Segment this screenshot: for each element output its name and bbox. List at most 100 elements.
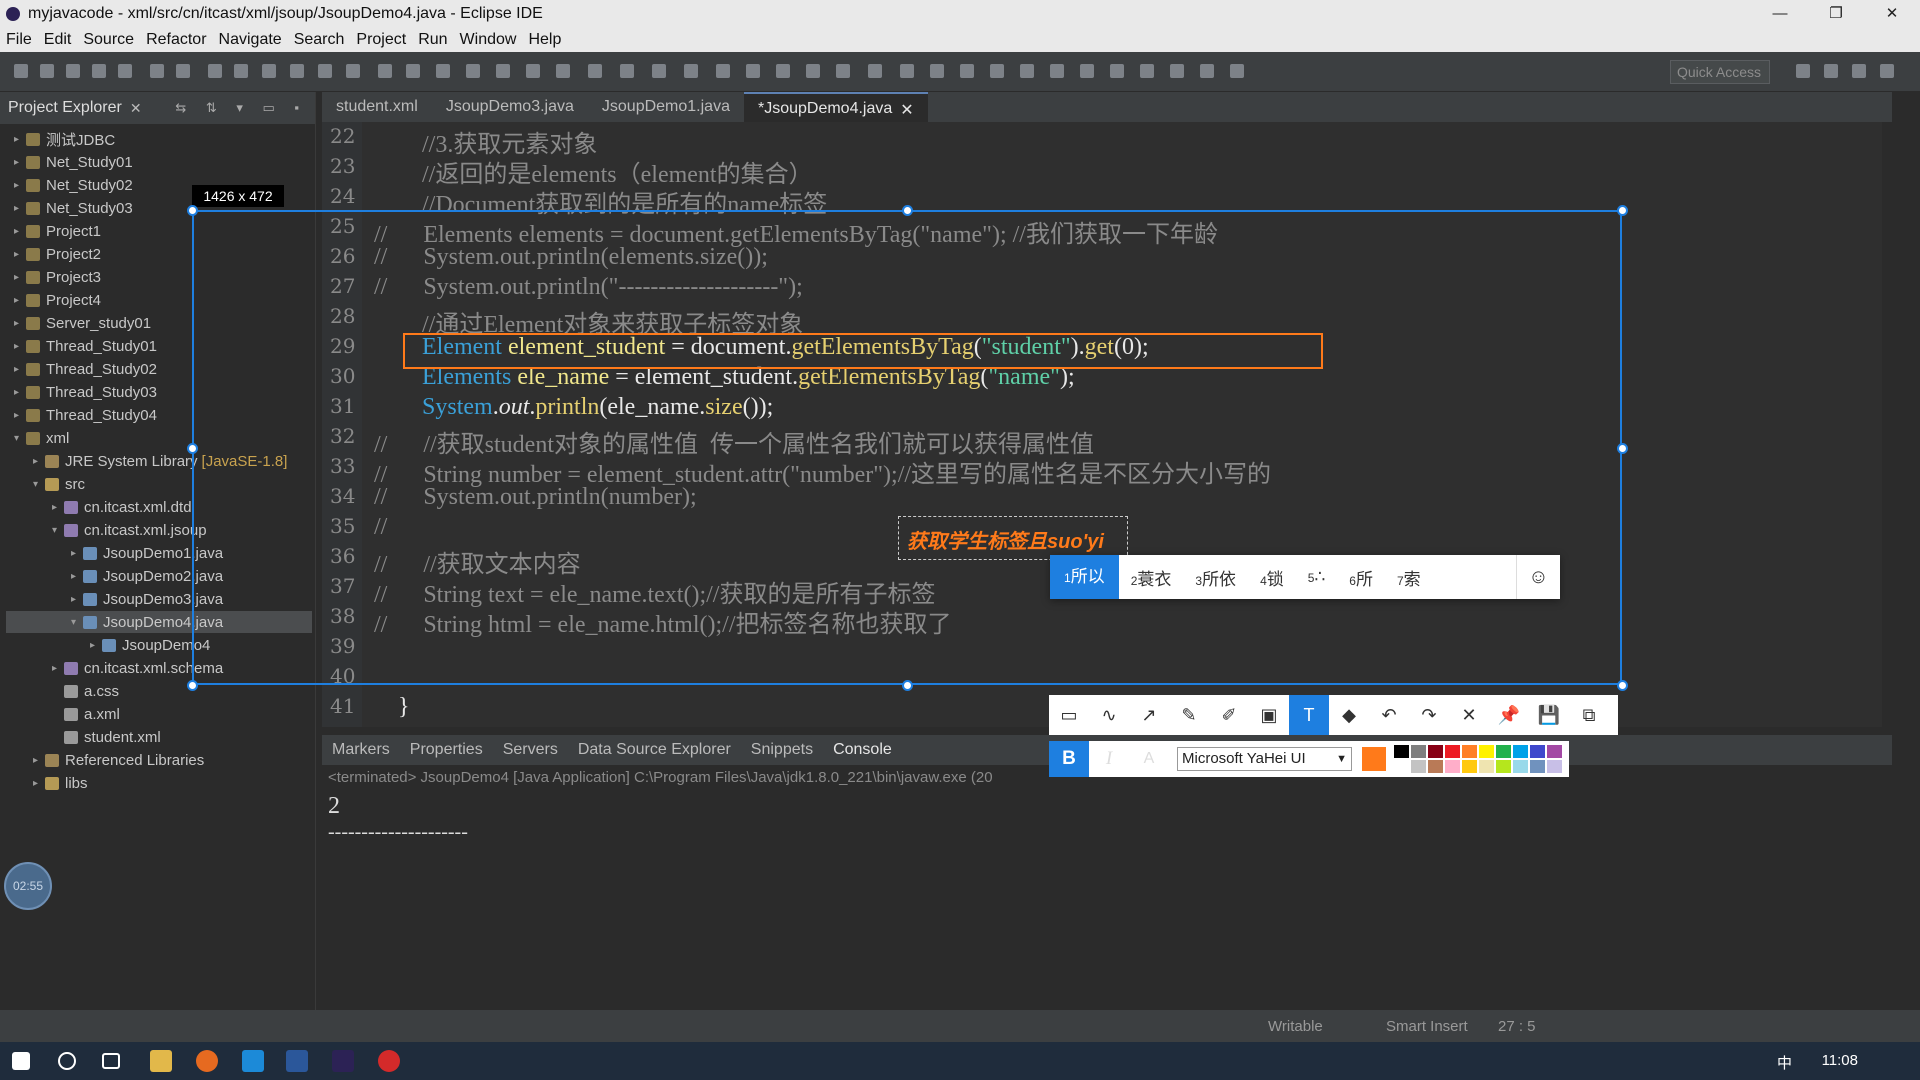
chevron-right-icon[interactable]: ▸ (14, 410, 26, 421)
tree-item[interactable]: ▸ JRE System Library [JavaSE-1.8] (33, 450, 287, 472)
toolbar-button-icon[interactable] (290, 64, 304, 78)
font-color-icon[interactable]: A (1129, 741, 1169, 777)
toolbar-button-icon[interactable] (118, 64, 132, 78)
tree-item[interactable]: a.xml (52, 703, 120, 725)
code-editor[interactable]: 22 23 24 25 26 27 28 29 30 31 32 33 34 35 36 37 38 39 40 41… (322, 122, 1882, 727)
tree-item[interactable]: ▸ Thread_Study03 (14, 381, 157, 403)
menu-run[interactable]: Run (418, 31, 447, 49)
toolbar-button-icon[interactable] (868, 64, 882, 78)
color-swatch[interactable] (1445, 745, 1460, 758)
tree-item[interactable]: ▸ JsoupDemo4 (90, 634, 210, 656)
resize-handle[interactable] (1617, 205, 1628, 216)
firefox-icon[interactable] (196, 1050, 218, 1072)
tab-servers[interactable]: Servers (493, 741, 568, 759)
ime-candidate[interactable]: 1所以 (1050, 555, 1119, 599)
close-view-icon[interactable]: ✕ (130, 100, 142, 117)
tree-item[interactable]: a.css (52, 680, 119, 702)
resize-handle[interactable] (902, 205, 913, 216)
toolbar-button-icon[interactable] (208, 64, 222, 78)
color-swatch[interactable] (1462, 760, 1477, 773)
tree-item[interactable]: ▸ Project4 (14, 289, 101, 311)
tree-item[interactable]: ▸ Referenced Libraries (33, 749, 204, 771)
chevron-right-icon[interactable]: ▸ (71, 594, 83, 605)
toolbar-button-icon[interactable] (806, 64, 820, 78)
toolbar-button-icon[interactable] (1170, 64, 1184, 78)
recording-timer[interactable]: 02:55 (4, 862, 52, 910)
file-explorer-icon[interactable] (150, 1050, 172, 1072)
resize-handle[interactable] (187, 205, 198, 216)
tree-item[interactable]: ▸ cn.itcast.xml.schema (52, 657, 223, 679)
ime-candidate[interactable]: 6所 (1337, 565, 1385, 590)
toolbar-button-icon[interactable] (466, 64, 480, 78)
chevron-right-icon[interactable]: ▸ (14, 364, 26, 375)
pen-tool-icon[interactable]: ✎ (1169, 695, 1209, 735)
resize-handle[interactable] (187, 680, 198, 691)
toolbar-button-icon[interactable] (776, 64, 790, 78)
toolbar-button-icon[interactable] (1796, 64, 1810, 78)
menu-source[interactable]: Source (83, 31, 134, 49)
tree-item[interactable]: ▸ cn.itcast.xml.dtd (52, 496, 192, 518)
toolbar-button-icon[interactable] (556, 64, 570, 78)
redo-tool-icon[interactable]: ↷ (1409, 695, 1449, 735)
menu-file[interactable]: File (6, 31, 32, 49)
toolbar-button-icon[interactable] (746, 64, 760, 78)
tree-item[interactable]: ▸ 测试JDBC (14, 128, 115, 150)
search-icon[interactable] (58, 1052, 76, 1070)
close-button[interactable]: ✕ (1864, 0, 1920, 28)
tree-item[interactable]: ▸ Thread_Study01 (14, 335, 157, 357)
tree-item[interactable]: ▸ Net_Study01 (14, 151, 133, 173)
chevron-down-icon[interactable]: ▾ (33, 479, 45, 490)
chevron-right-icon[interactable]: ▸ (52, 663, 64, 674)
tree-item[interactable]: ▸ Net_Study03 (14, 197, 133, 219)
toolbar-button-icon[interactable] (1140, 64, 1154, 78)
ime-candidate[interactable]: 5∴ (1296, 567, 1338, 587)
mosaic-tool-icon[interactable]: ▣ (1249, 695, 1289, 735)
menu-help[interactable]: Help (528, 31, 561, 49)
toolbar-button-icon[interactable] (346, 64, 360, 78)
ime-candidate[interactable]: 7索 (1385, 565, 1433, 590)
toolbar-button-icon[interactable] (262, 64, 276, 78)
toolbar-button-icon[interactable] (406, 64, 420, 78)
toolbar-button-icon[interactable] (1050, 64, 1064, 78)
tab-markers[interactable]: Markers (322, 741, 400, 759)
text-annotation-box[interactable]: 获取学生标签且suo'yi (898, 516, 1128, 560)
restore-button[interactable]: ❐ (1808, 0, 1864, 28)
color-swatch[interactable] (1411, 745, 1426, 758)
tab-jsoupdemo3[interactable]: JsoupDemo3.java (432, 92, 588, 122)
tab-jsoupdemo4[interactable]: *JsoupDemo4.java ✕ (743, 92, 928, 122)
menu-refactor[interactable]: Refactor (146, 31, 206, 49)
chevron-right-icon[interactable]: ▸ (33, 778, 45, 789)
italic-button[interactable]: I (1089, 741, 1129, 777)
chevron-right-icon[interactable]: ▸ (52, 502, 64, 513)
tree-item[interactable]: ▸ Project2 (14, 243, 101, 265)
color-swatch[interactable] (1513, 745, 1528, 758)
tab-properties[interactable]: Properties (400, 741, 493, 759)
chevron-right-icon[interactable]: ▸ (14, 387, 26, 398)
tree-item[interactable]: ▾ JsoupDemo4.java (6, 611, 312, 633)
tree-item[interactable]: ▸ JsoupDemo3.java (71, 588, 223, 610)
task-view-icon[interactable] (102, 1053, 120, 1069)
arrow-tool-icon[interactable]: ↗ (1129, 695, 1169, 735)
chevron-right-icon[interactable]: ▸ (33, 755, 45, 766)
bold-button[interactable]: B (1049, 741, 1089, 777)
edge-icon[interactable] (242, 1050, 264, 1072)
toolbar-button-icon[interactable] (930, 64, 944, 78)
color-swatch[interactable] (1547, 760, 1562, 773)
color-swatch[interactable] (1462, 745, 1477, 758)
toolbar-button-icon[interactable] (496, 64, 510, 78)
chevron-right-icon[interactable]: ▸ (33, 456, 45, 467)
text-tool-icon[interactable]: T (1289, 695, 1329, 735)
resize-handle[interactable] (902, 680, 913, 691)
menu-project[interactable]: Project (356, 31, 406, 49)
chevron-right-icon[interactable]: ▸ (71, 548, 83, 559)
toolbar-button-icon[interactable] (716, 64, 730, 78)
toolbar-button-icon[interactable] (176, 64, 190, 78)
toolbar-button-icon[interactable] (620, 64, 634, 78)
tree-item[interactable]: ▸ JsoupDemo2.java (71, 565, 223, 587)
chevron-right-icon[interactable]: ▸ (14, 295, 26, 306)
toolbar-button-icon[interactable] (652, 64, 666, 78)
pencil-line-tool-icon[interactable]: ∿ (1089, 695, 1129, 735)
marker-tool-icon[interactable]: ✐ (1209, 695, 1249, 735)
chevron-down-icon[interactable]: ▾ (14, 433, 26, 444)
color-swatch[interactable] (1530, 760, 1545, 773)
